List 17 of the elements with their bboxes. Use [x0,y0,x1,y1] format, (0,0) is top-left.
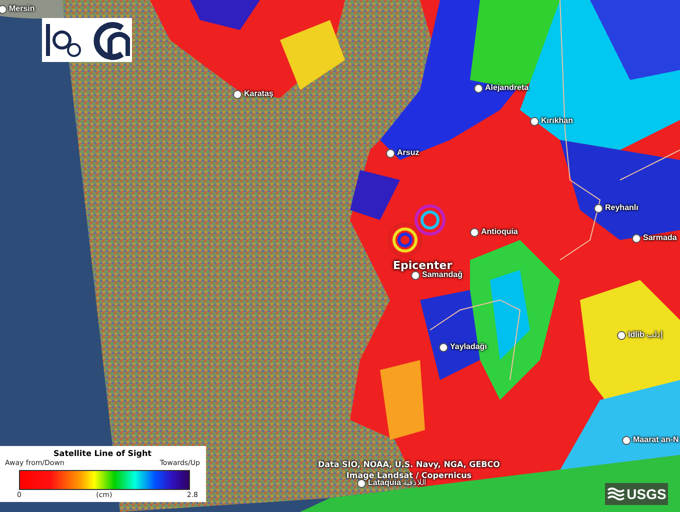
place-label: Antioquia [481,227,518,237]
logo-text: USGS [626,486,666,502]
place-label: إدلب [646,330,662,340]
place-label: Idlib [628,330,644,340]
legend-title: Satellite Line of Sight [52,449,152,459]
place-label: Maarat an-N [633,435,679,445]
place-label: Mersin [9,4,35,14]
wave-icon [606,487,625,501]
place-label: Reyhanlı [605,203,638,213]
attribution-text: Image Landsat / Copernicus [346,470,472,480]
place-label: Samandağ [422,270,462,280]
location-dot-icon [357,478,366,488]
place-label: Sarmada [643,233,677,243]
place-label: Karataş [244,89,274,99]
place-label: Arsuz [397,148,420,158]
location-dot-icon [411,270,420,280]
epicenter-label: Epicenter [393,259,452,272]
